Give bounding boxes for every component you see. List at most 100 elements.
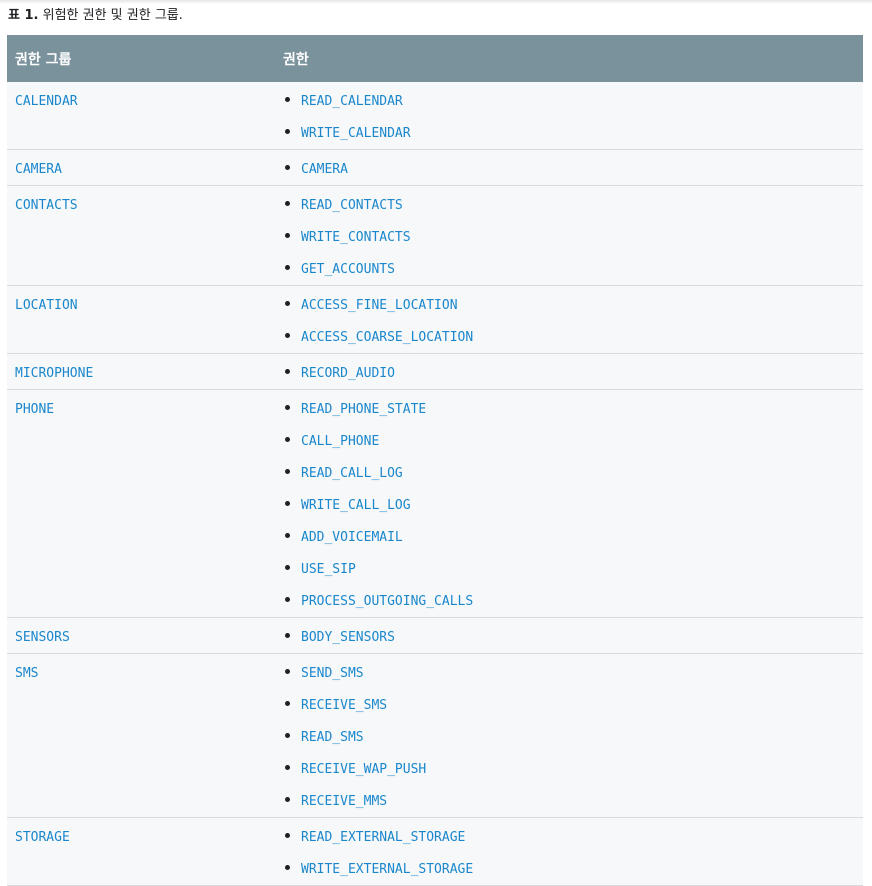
table-row: CAMERA CAMERA <box>7 149 863 186</box>
list-item: USE_SIP <box>283 550 863 582</box>
list-item: WRITE_CALL_LOG <box>283 486 863 518</box>
bullet-icon <box>285 833 290 838</box>
permission-group-link[interactable]: CONTACTS <box>15 198 78 213</box>
bullet-icon <box>285 97 290 102</box>
permission-link[interactable]: BODY_SENSORS <box>301 630 395 645</box>
permissions-cell: READ_EXTERNAL_STORAGE WRITE_EXTERNAL_STOR… <box>275 817 863 886</box>
permission-group-link[interactable]: SMS <box>15 666 38 681</box>
permissions-cell: READ_PHONE_STATE CALL_PHONE READ_CALL_LOG W… <box>275 389 863 618</box>
bullet-icon <box>285 233 290 238</box>
permission-link[interactable]: WRITE_CALL_LOG <box>301 498 411 513</box>
list-item: RECEIVE_MMS <box>283 782 863 817</box>
permission-link[interactable]: ACCESS_FINE_LOCATION <box>301 298 458 313</box>
permission-list: CAMERA <box>275 150 863 185</box>
list-item: CAMERA <box>283 150 863 185</box>
caption-text: 위험한 권한 및 권한 그룹. <box>38 8 183 23</box>
permission-list: READ_CALENDAR WRITE_CALENDAR <box>275 82 863 149</box>
permission-link[interactable]: READ_CALL_LOG <box>301 466 403 481</box>
list-item: READ_CALL_LOG <box>283 454 863 486</box>
bullet-icon <box>285 797 290 802</box>
list-item: GET_ACCOUNTS <box>283 250 863 285</box>
list-item: RECORD_AUDIO <box>283 354 863 389</box>
group-cell: MICROPHONE <box>7 353 275 390</box>
table-row: CALENDAR READ_CALENDAR WRITE_CALENDAR <box>7 82 863 150</box>
list-item: READ_PHONE_STATE <box>283 390 863 422</box>
bullet-icon <box>285 301 290 306</box>
permission-link[interactable]: SEND_SMS <box>301 666 364 681</box>
header-permission-group: 권한 그룹 <box>7 35 275 82</box>
group-cell: STORAGE <box>7 817 275 886</box>
bullet-icon <box>285 501 290 506</box>
list-item: READ_CALENDAR <box>283 82 863 114</box>
group-cell: PHONE <box>7 389 275 618</box>
permission-list: SEND_SMS RECEIVE_SMS READ_SMS RECEIVE_WAP_P… <box>275 654 863 817</box>
table-row: STORAGE READ_EXTERNAL_STORAGE WRITE_EXTERN… <box>7 817 863 886</box>
bullet-icon <box>285 265 290 270</box>
bullet-icon <box>285 733 290 738</box>
bullet-icon <box>285 533 290 538</box>
permission-link[interactable]: PROCESS_OUTGOING_CALLS <box>301 594 473 609</box>
permission-link[interactable]: GET_ACCOUNTS <box>301 262 395 277</box>
permission-link[interactable]: ADD_VOICEMAIL <box>301 530 403 545</box>
group-cell: LOCATION <box>7 285 275 354</box>
permission-link[interactable]: RECEIVE_WAP_PUSH <box>301 762 426 777</box>
permission-link[interactable]: RECEIVE_MMS <box>301 794 387 809</box>
list-item: READ_SMS <box>283 718 863 750</box>
permission-list: READ_EXTERNAL_STORAGE WRITE_EXTERNAL_STOR… <box>275 818 863 885</box>
permission-group-link[interactable]: SENSORS <box>15 630 70 645</box>
permission-list: RECORD_AUDIO <box>275 354 863 389</box>
permissions-cell: READ_CALENDAR WRITE_CALENDAR <box>275 82 863 150</box>
permission-link[interactable]: READ_CALENDAR <box>301 94 403 109</box>
list-item: CALL_PHONE <box>283 422 863 454</box>
permission-list: ACCESS_FINE_LOCATION ACCESS_COARSE_LOCATI… <box>275 286 863 353</box>
group-cell: SENSORS <box>7 617 275 654</box>
permission-link[interactable]: ACCESS_COARSE_LOCATION <box>301 330 473 345</box>
permission-group-link[interactable]: CAMERA <box>15 162 62 177</box>
permissions-cell: BODY_SENSORS <box>275 617 863 654</box>
caption-label: 표 1. <box>8 8 39 23</box>
permission-list: BODY_SENSORS <box>275 618 863 653</box>
permission-link[interactable]: CAMERA <box>301 162 348 177</box>
permission-link[interactable]: CALL_PHONE <box>301 434 379 449</box>
permission-group-link[interactable]: MICROPHONE <box>15 366 93 381</box>
list-item: WRITE_EXTERNAL_STORAGE <box>283 850 863 885</box>
table-header-row: 권한 그룹 권한 <box>7 35 863 82</box>
group-cell: SMS <box>7 653 275 818</box>
permissions-cell: ACCESS_FINE_LOCATION ACCESS_COARSE_LOCATI… <box>275 285 863 354</box>
group-cell: CONTACTS <box>7 185 275 286</box>
bullet-icon <box>285 633 290 638</box>
bullet-icon <box>285 701 290 706</box>
table-row: CONTACTS READ_CONTACTS WRITE_CONTACTS GET_A… <box>7 185 863 286</box>
group-cell: CAMERA <box>7 149 275 186</box>
bullet-icon <box>285 437 290 442</box>
permission-group-link[interactable]: STORAGE <box>15 830 70 845</box>
permission-link[interactable]: READ_PHONE_STATE <box>301 402 426 417</box>
permission-group-link[interactable]: PHONE <box>15 402 54 417</box>
table-row: SENSORS BODY_SENSORS <box>7 617 863 654</box>
permissions-cell: RECORD_AUDIO <box>275 353 863 390</box>
list-item: BODY_SENSORS <box>283 618 863 653</box>
list-item: PROCESS_OUTGOING_CALLS <box>283 582 863 617</box>
bullet-icon <box>285 565 290 570</box>
table-row: SMS SEND_SMS RECEIVE_SMS READ_SMS RECEIVE_WA… <box>7 653 863 818</box>
bullet-icon <box>285 669 290 674</box>
permission-link[interactable]: READ_CONTACTS <box>301 198 403 213</box>
permission-link[interactable]: WRITE_CALENDAR <box>301 126 411 141</box>
permission-link[interactable]: USE_SIP <box>301 562 356 577</box>
permissions-cell: READ_CONTACTS WRITE_CONTACTS GET_ACCOUNTS <box>275 185 863 286</box>
permission-link[interactable]: WRITE_CONTACTS <box>301 230 411 245</box>
permissions-cell: SEND_SMS RECEIVE_SMS READ_SMS RECEIVE_WAP_P… <box>275 653 863 818</box>
table-caption: 표 1. 위험한 권한 및 권한 그룹. <box>8 7 183 25</box>
permission-link[interactable]: WRITE_EXTERNAL_STORAGE <box>301 862 473 877</box>
permission-link[interactable]: RECEIVE_SMS <box>301 698 387 713</box>
bullet-icon <box>285 865 290 870</box>
list-item: READ_CONTACTS <box>283 186 863 218</box>
permission-link[interactable]: RECORD_AUDIO <box>301 366 395 381</box>
table-row: MICROPHONE RECORD_AUDIO <box>7 353 863 390</box>
list-item: WRITE_CALENDAR <box>283 114 863 149</box>
permission-group-link[interactable]: CALENDAR <box>15 94 78 109</box>
permission-link[interactable]: READ_EXTERNAL_STORAGE <box>301 830 465 845</box>
permission-link[interactable]: READ_SMS <box>301 730 364 745</box>
header-permission: 권한 <box>275 35 863 82</box>
permission-group-link[interactable]: LOCATION <box>15 298 78 313</box>
